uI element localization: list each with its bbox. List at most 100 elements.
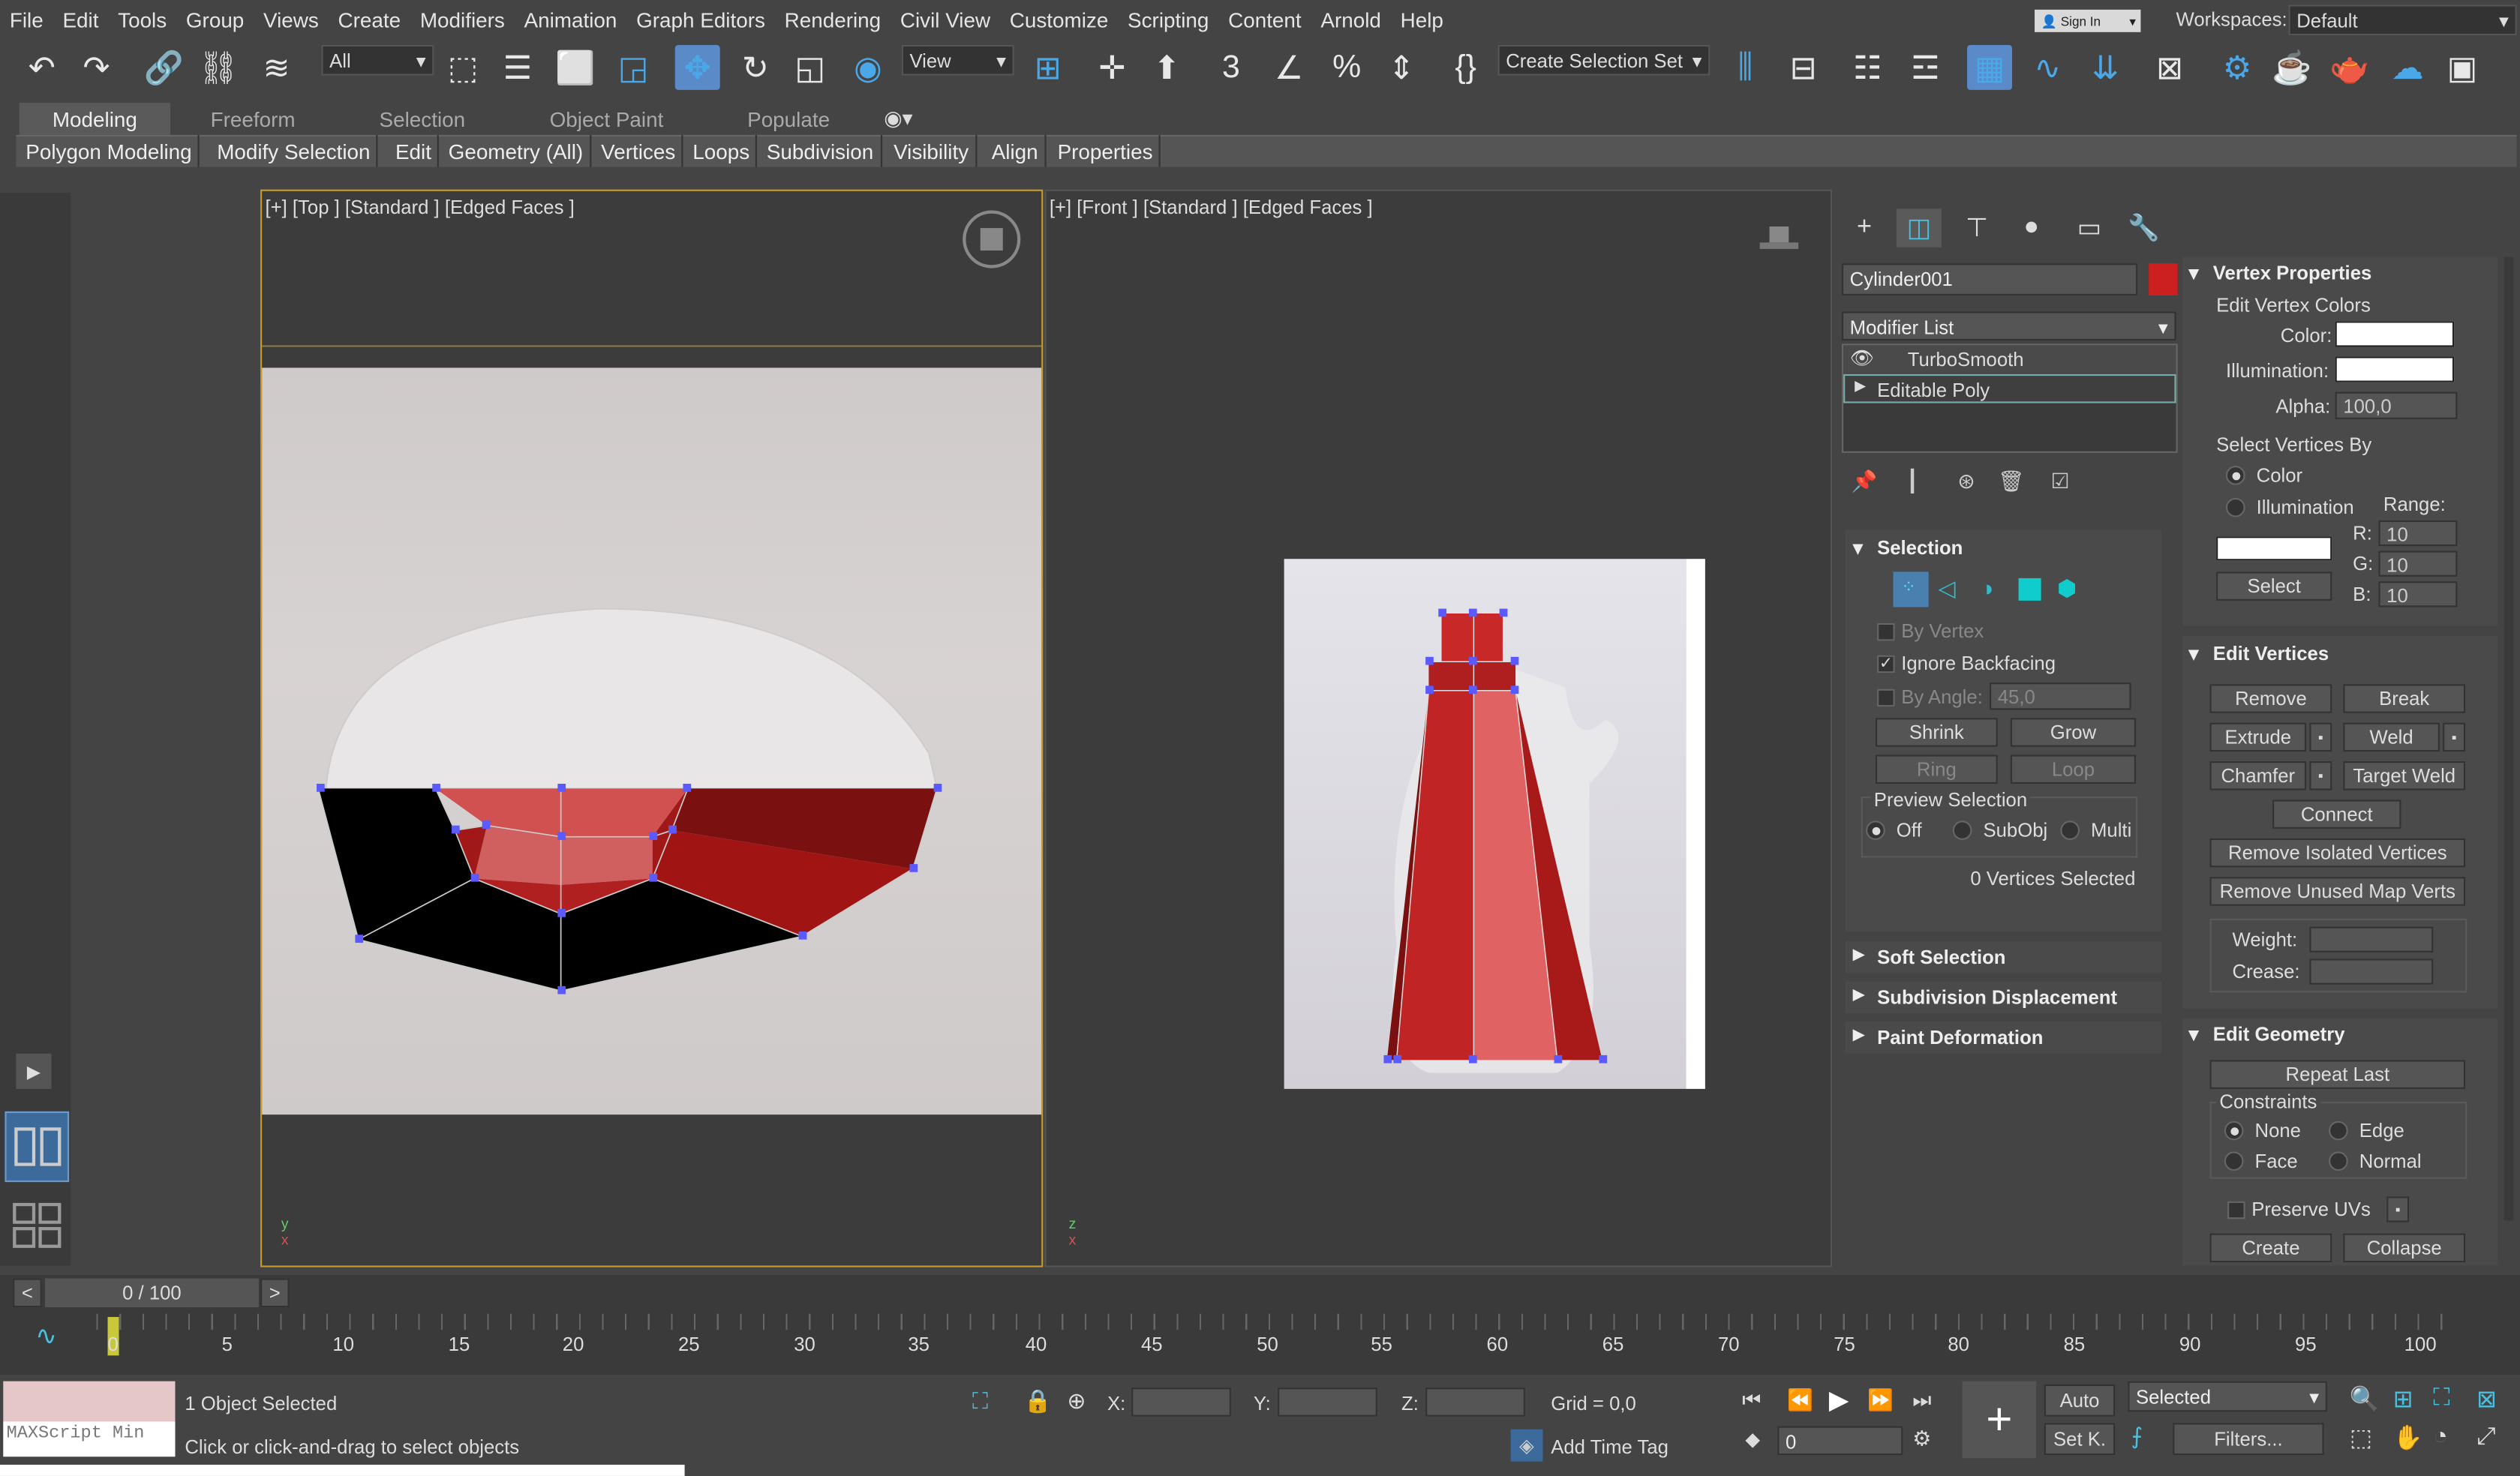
command-panel-scrollbar[interactable] (2503, 256, 2514, 1221)
next-key-icon[interactable]: ⏩ (1867, 1388, 1894, 1413)
menu-tools[interactable]: Tools (108, 8, 176, 32)
hierarchy-tab-icon[interactable]: ⊤ (1954, 208, 1999, 247)
remove-unused-map-verts-button[interactable]: Remove Unused Map Verts (2209, 877, 2466, 906)
align-icon[interactable]: ⊟ (1781, 45, 1826, 90)
menu-help[interactable]: Help (1391, 8, 1453, 32)
menu-modifiers[interactable]: Modifiers (410, 8, 515, 32)
select-manipulate-icon[interactable]: ✛ (1089, 45, 1134, 90)
object-name-field[interactable]: Cylinder001 (1841, 263, 2138, 296)
paint-deformation-rollout[interactable]: ▶ Paint Deformation (1845, 1021, 2162, 1054)
tab-freeform[interactable]: Freeform (211, 103, 296, 135)
next-frame-icon[interactable]: > (260, 1278, 290, 1308)
tab-selection[interactable]: Selection (380, 103, 466, 135)
orbit-icon[interactable]: ◔ (2433, 1423, 2447, 1450)
constraint-none-radio[interactable] (2224, 1120, 2244, 1141)
motion-tab-icon[interactable]: ● (2009, 208, 2054, 247)
field-of-view-icon[interactable]: ⬚ (2350, 1423, 2372, 1451)
remove-modifier-icon[interactable]: 🗑 (1998, 469, 2024, 494)
panel-loops[interactable]: Loops (686, 134, 758, 167)
layout-two-viewports-icon[interactable] (5, 1111, 70, 1183)
mirror-icon[interactable]: ⫼ (1723, 45, 1768, 90)
layer-explorer-icon[interactable]: ☲ (1903, 45, 1948, 90)
object-color-swatch[interactable] (2149, 263, 2178, 296)
curve-editor-icon[interactable]: ∿ (2025, 45, 2070, 90)
material-editor-icon[interactable]: ⊠ (2147, 45, 2192, 90)
tab-populate[interactable]: Populate (747, 103, 830, 135)
edit-named-selection-icon[interactable]: {} (1443, 45, 1488, 90)
collapse-button[interactable]: Collapse (2343, 1233, 2466, 1263)
menu-arnold[interactable]: Arnold (1311, 8, 1391, 32)
bind-space-warp-icon[interactable]: ≋ (254, 45, 299, 90)
menu-animation[interactable]: Animation (515, 8, 627, 32)
ribbon-options-icon[interactable]: ◉▾ (884, 103, 912, 135)
front-viewport[interactable]: [+] [Front ] [Standard ] [Edged Faces ] (1044, 189, 1833, 1268)
select-object-icon[interactable]: ⬚ (440, 45, 485, 90)
snaps-toggle-icon[interactable]: 3 (1209, 45, 1254, 90)
rectangular-selection-icon[interactable]: ⬜ (553, 45, 598, 90)
menu-group[interactable]: Group (176, 8, 254, 32)
chamfer-button[interactable]: Chamfer (2209, 761, 2307, 790)
select-by-illumination-radio[interactable] (2225, 497, 2245, 518)
filters-button[interactable]: Filters... (2173, 1423, 2324, 1456)
absolute-mode-icon[interactable]: ⊕ (1067, 1388, 1086, 1414)
set-key-button[interactable]: Set K. (2044, 1423, 2116, 1456)
menu-civil-view[interactable]: Civil View (891, 8, 1000, 32)
angle-snap-icon[interactable]: ∠ (1266, 45, 1311, 90)
play-icon[interactable]: ▶ (1829, 1384, 1849, 1417)
mini-curve-editor-icon[interactable]: ∿ (35, 1320, 57, 1352)
eye-icon[interactable]: 👁 (1850, 347, 1875, 370)
range-g-spinner[interactable]: 10 (2378, 550, 2458, 577)
zoom-icon[interactable]: 🔍 (2350, 1384, 2380, 1413)
top-viewport[interactable]: [+] [Top ] [Standard ] [Edged Faces ] y … (260, 189, 1044, 1268)
select-by-color-radio[interactable] (2225, 466, 2245, 485)
tab-object-paint[interactable]: Object Paint (550, 103, 664, 135)
select-and-move-icon[interactable]: ✥ (674, 44, 720, 90)
panel-visibility[interactable]: Visibility (887, 134, 977, 167)
ring-button[interactable]: Ring (1875, 754, 1998, 784)
element-mode-icon[interactable]: ⬢ (2057, 575, 2077, 602)
sign-in-dropdown[interactable]: 👤 Sign In ▾ (2035, 9, 2141, 32)
soft-selection-rollout[interactable]: ▶ Soft Selection (1845, 940, 2162, 974)
alpha-spinner[interactable]: 100,0 (2335, 392, 2458, 419)
create-button[interactable]: Create (2209, 1233, 2332, 1263)
menu-create[interactable]: Create (329, 8, 410, 32)
utilities-tab-icon[interactable]: 🔧 (2122, 208, 2167, 247)
rollout-toggle-icon[interactable]: ▾ (2189, 643, 2199, 665)
preview-off-radio[interactable] (1866, 820, 1885, 840)
schematic-view-icon[interactable]: ⇊ (2083, 45, 2128, 90)
configure-modifier-sets-icon[interactable]: ☑ (2050, 469, 2069, 494)
panel-properties[interactable]: Properties (1051, 134, 1161, 167)
chevron-right-icon[interactable]: ▶ (1855, 377, 1866, 395)
reference-coordinate-dropdown[interactable]: View ▾ (901, 44, 1014, 76)
zoom-extents-icon[interactable]: ⛶ (2433, 1384, 2450, 1412)
stack-item-turbosmooth[interactable]: 👁 TurboSmooth (1843, 345, 2176, 374)
target-weld-button[interactable]: Target Weld (2343, 761, 2466, 790)
panel-geometry-all[interactable]: Geometry (All) (442, 134, 591, 167)
select-and-scale-icon[interactable]: ◱ (788, 45, 833, 90)
pin-stack-icon[interactable]: 📌 (1852, 469, 1878, 494)
ignore-backfacing-checkbox[interactable]: ✓ (1877, 655, 1895, 674)
unlink-icon[interactable]: ⛓ (196, 45, 241, 90)
viewport-label[interactable]: [+] [Top ] [Standard ] [Edged Faces ] (265, 196, 574, 218)
modifier-list-dropdown[interactable]: Modifier List ▾ (1841, 311, 2176, 340)
constraint-edge-radio[interactable] (2329, 1120, 2348, 1141)
scene-explorer-icon[interactable]: ☷ (1845, 45, 1890, 90)
polygon-mode-icon[interactable] (2018, 578, 2041, 601)
subdivision-displacement-rollout[interactable]: ▶ Subdivision Displacement (1845, 981, 2162, 1014)
menu-edit[interactable]: Edit (53, 8, 109, 32)
crease-spinner[interactable] (2309, 958, 2434, 985)
edit-vertices-title[interactable]: Edit Vertices (2213, 643, 2329, 665)
repeat-last-button[interactable]: Repeat Last (2209, 1060, 2466, 1089)
lock-selection-icon[interactable]: 🔒 (1024, 1388, 1052, 1414)
menu-content[interactable]: Content (1218, 8, 1311, 32)
menu-scripting[interactable]: Scripting (1118, 8, 1218, 32)
menu-file[interactable]: File (0, 8, 53, 32)
rendered-frame-window-icon[interactable]: ☕ (2269, 45, 2314, 90)
rollout-toggle-icon[interactable]: ▾ (1853, 536, 1863, 559)
selection-filter-dropdown[interactable]: All ▾ (321, 44, 434, 76)
grow-button[interactable]: Grow (2010, 718, 2136, 747)
select-by-name-icon[interactable]: ☰ (495, 45, 540, 90)
extrude-settings-icon[interactable]: ▪ (2309, 722, 2332, 752)
preserve-uvs-settings-icon[interactable]: ▪ (2386, 1196, 2410, 1222)
set-key-icon[interactable]: + (1962, 1381, 2037, 1459)
